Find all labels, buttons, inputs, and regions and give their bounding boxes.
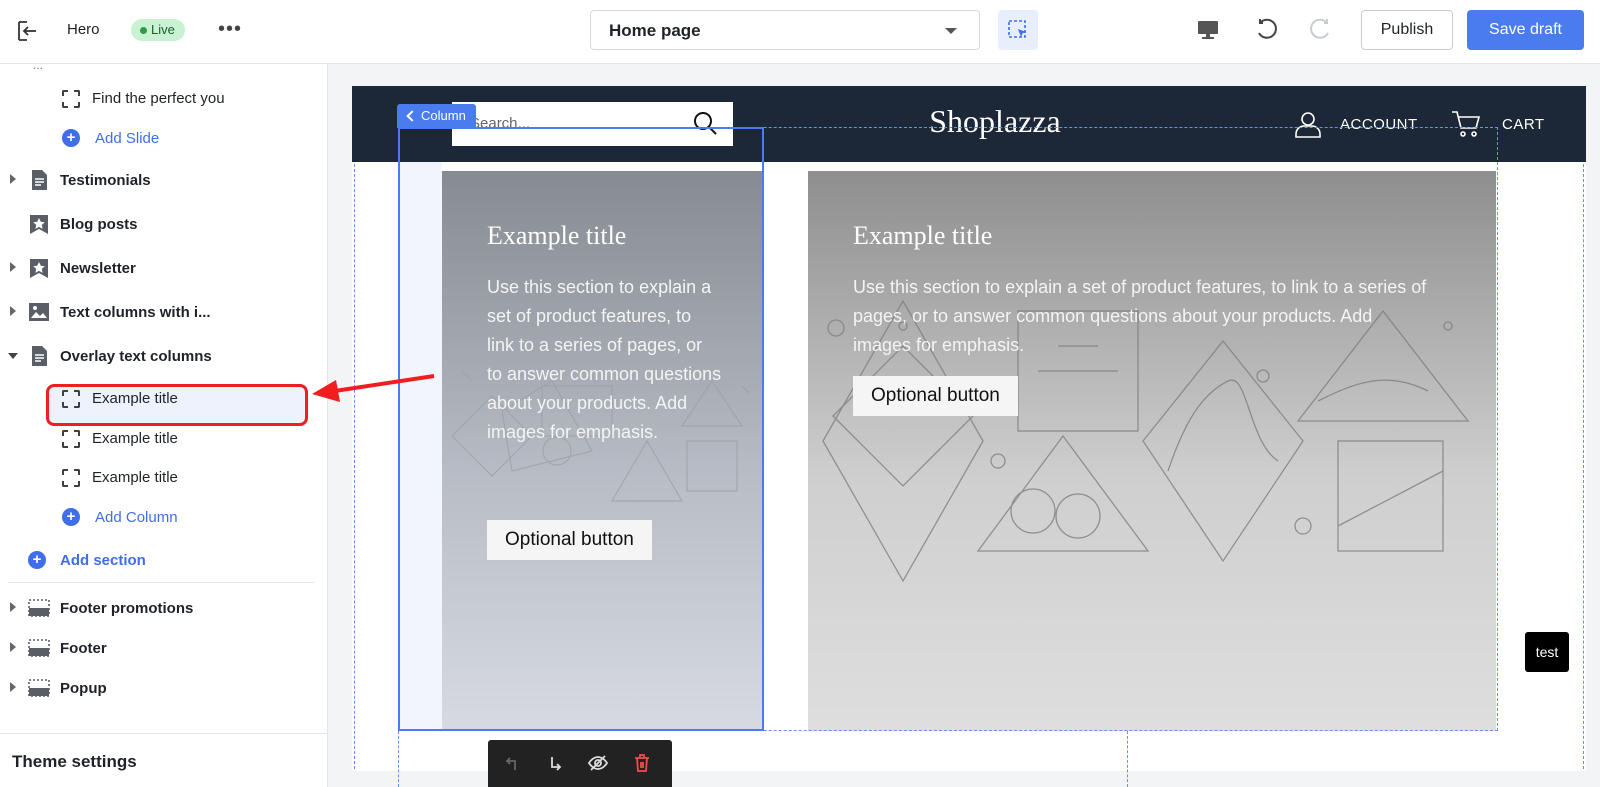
section-label: Footer xyxy=(60,640,107,657)
test-badge[interactable]: test xyxy=(1525,632,1569,672)
add-column-label: Add Column xyxy=(95,509,178,526)
desktop-icon[interactable] xyxy=(1196,18,1220,42)
redo-icon xyxy=(1310,18,1329,39)
block-item-find-the-perfect-you[interactable]: Find the perfect you xyxy=(0,78,320,118)
add-slide-button[interactable]: + Add Slide xyxy=(0,118,320,158)
section-text-columns-with-image[interactable]: Text columns with i... xyxy=(0,292,320,332)
publish-button[interactable]: Publish xyxy=(1361,10,1453,50)
page-selector-value: Home page xyxy=(609,21,701,40)
expand-icon[interactable] xyxy=(10,174,16,184)
plus-icon: + xyxy=(28,551,46,569)
block-icon xyxy=(62,390,80,408)
add-section-label: Add section xyxy=(60,552,146,569)
expand-icon[interactable] xyxy=(10,602,16,612)
page-selector[interactable]: Home page xyxy=(590,10,980,50)
expand-icon[interactable] xyxy=(10,642,16,652)
theme-settings-divider xyxy=(0,733,328,734)
section-label: Popup xyxy=(60,680,107,697)
expand-icon[interactable] xyxy=(10,682,16,692)
section-label: Text columns with i... xyxy=(60,304,211,321)
section-newsletter[interactable]: Newsletter xyxy=(0,248,320,288)
star-icon xyxy=(30,259,48,278)
block-item-example-title-2[interactable]: Example title xyxy=(0,418,320,458)
delete-icon[interactable] xyxy=(631,752,653,774)
section-popup[interactable]: Popup xyxy=(0,668,320,708)
section-label: Overlay text columns xyxy=(60,348,212,365)
plus-icon: + xyxy=(62,129,80,147)
live-status-badge: Live xyxy=(131,19,185,41)
selected-column-outline xyxy=(398,127,764,731)
block-item-example-title-3[interactable]: Example title xyxy=(0,457,320,497)
section-blog-posts[interactable]: Blog posts xyxy=(0,204,320,244)
save-draft-button[interactable]: Save draft xyxy=(1467,10,1584,50)
move-up-icon[interactable] xyxy=(502,752,524,774)
block-icon xyxy=(62,430,80,448)
block-label: Find the perfect you xyxy=(92,90,225,107)
column-breadcrumb-tag[interactable]: Column xyxy=(397,104,476,128)
star-icon xyxy=(30,215,48,234)
section-overlay-text-columns[interactable]: Overlay text columns xyxy=(0,336,320,376)
section-name: Hero xyxy=(67,21,100,38)
section-label: Blog posts xyxy=(60,216,138,233)
section-label: Newsletter xyxy=(60,260,136,277)
block-label: Example title xyxy=(92,430,178,447)
block-icon xyxy=(62,90,80,108)
more-icon[interactable]: ••• xyxy=(218,18,242,41)
expand-icon[interactable] xyxy=(10,262,16,272)
select-tool-icon xyxy=(1008,20,1026,38)
layout-icon xyxy=(28,599,50,617)
undo-icon[interactable] xyxy=(1254,17,1280,43)
annotation-arrow xyxy=(312,374,435,402)
block-label: Example title xyxy=(92,469,178,486)
move-down-icon[interactable] xyxy=(543,752,565,774)
document-icon xyxy=(32,170,47,190)
layout-icon xyxy=(28,679,50,697)
add-section-button[interactable]: + Add section xyxy=(0,540,320,580)
expand-icon[interactable] xyxy=(10,306,16,316)
sidebar-divider xyxy=(8,582,314,583)
block-floating-toolbar xyxy=(488,740,672,787)
collapse-icon[interactable] xyxy=(8,353,18,359)
section-footer[interactable]: Footer xyxy=(0,628,320,668)
block-label: Example title xyxy=(92,390,178,407)
plus-icon: + xyxy=(62,508,80,526)
select-tool-button[interactable] xyxy=(998,10,1038,50)
layout-icon xyxy=(28,639,50,657)
block-item-example-title-1[interactable]: Example title xyxy=(0,378,320,418)
cart-link[interactable]: CART xyxy=(1502,116,1545,133)
hide-icon[interactable] xyxy=(587,752,609,774)
theme-settings-link[interactable]: Theme settings xyxy=(12,752,137,772)
section-testimonials[interactable]: Testimonials xyxy=(0,160,320,200)
chevron-down-icon xyxy=(945,28,957,34)
document-icon xyxy=(32,346,47,366)
section-footer-promotions[interactable]: Footer promotions xyxy=(0,588,320,628)
image-icon xyxy=(29,303,49,321)
add-slide-label: Add Slide xyxy=(95,130,160,147)
overflow-dots-icon: ... xyxy=(33,64,44,72)
section-label: Footer promotions xyxy=(60,600,194,617)
block-icon xyxy=(62,469,80,487)
add-column-button[interactable]: + Add Column xyxy=(0,497,320,537)
exit-icon[interactable] xyxy=(16,20,38,42)
section-label: Testimonials xyxy=(60,172,151,189)
section-tree-sidebar: ... Find the perfect you + Add Slide Tes… xyxy=(0,64,328,787)
editor-topbar: Hero Live ••• Home page Publish Save dra… xyxy=(0,0,1600,64)
